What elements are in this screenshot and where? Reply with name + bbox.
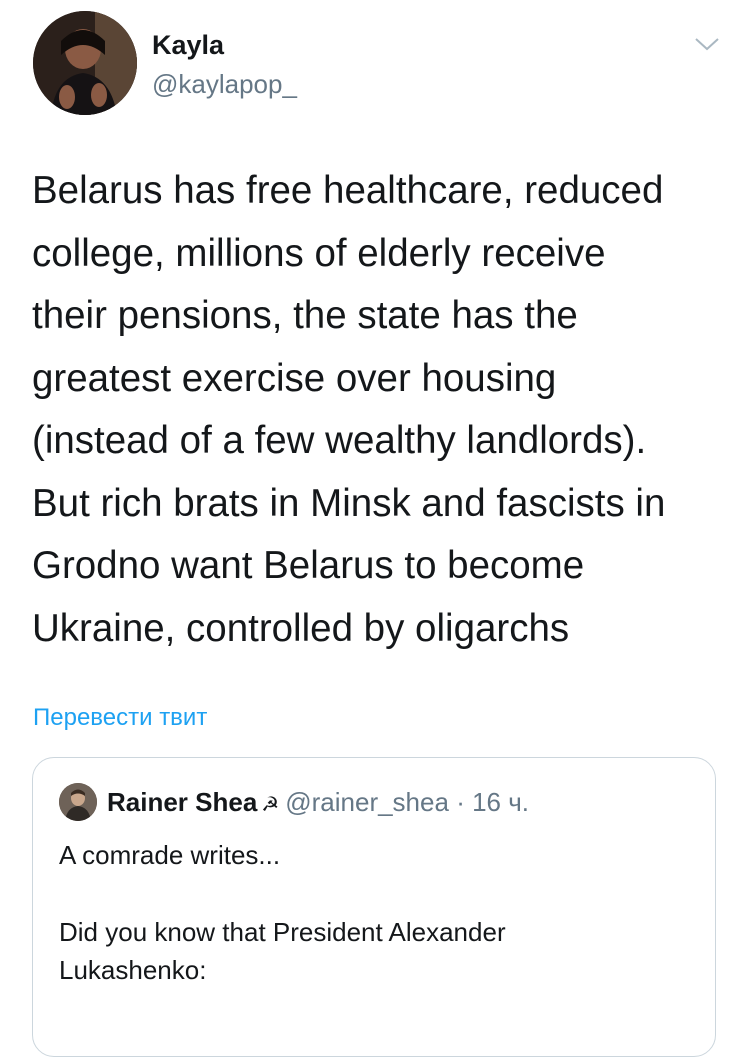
quoted-tweet-line-1: A comrade writes... <box>59 840 281 870</box>
quoted-tweet-time[interactable]: 16 ч. <box>472 787 529 817</box>
author-avatar[interactable] <box>33 11 137 115</box>
quoted-author-handle[interactable]: @rainer_shea <box>285 787 449 817</box>
quoted-author-name[interactable]: Rainer Shea <box>107 787 257 817</box>
quoted-tweet-line-3: Lukashenko: <box>59 955 207 985</box>
author-handle[interactable]: @kaylapop_ <box>152 69 297 100</box>
quoted-author-avatar[interactable] <box>59 783 97 821</box>
meta-separator: · <box>456 787 465 817</box>
quoted-tweet-line-2: Did you know that President Alexander <box>59 917 506 947</box>
quoted-tweet-header: Rainer Shea ☭ @rainer_shea · 16 ч. <box>107 787 529 818</box>
tweet-text: Belarus has free healthcare, reduced col… <box>32 169 666 650</box>
author-name[interactable]: Kayla <box>152 30 224 61</box>
translate-tweet-link[interactable]: Перевести твит <box>33 704 207 732</box>
hammer-sickle-icon: ☭ <box>261 792 280 816</box>
chevron-down-icon[interactable] <box>693 34 721 54</box>
